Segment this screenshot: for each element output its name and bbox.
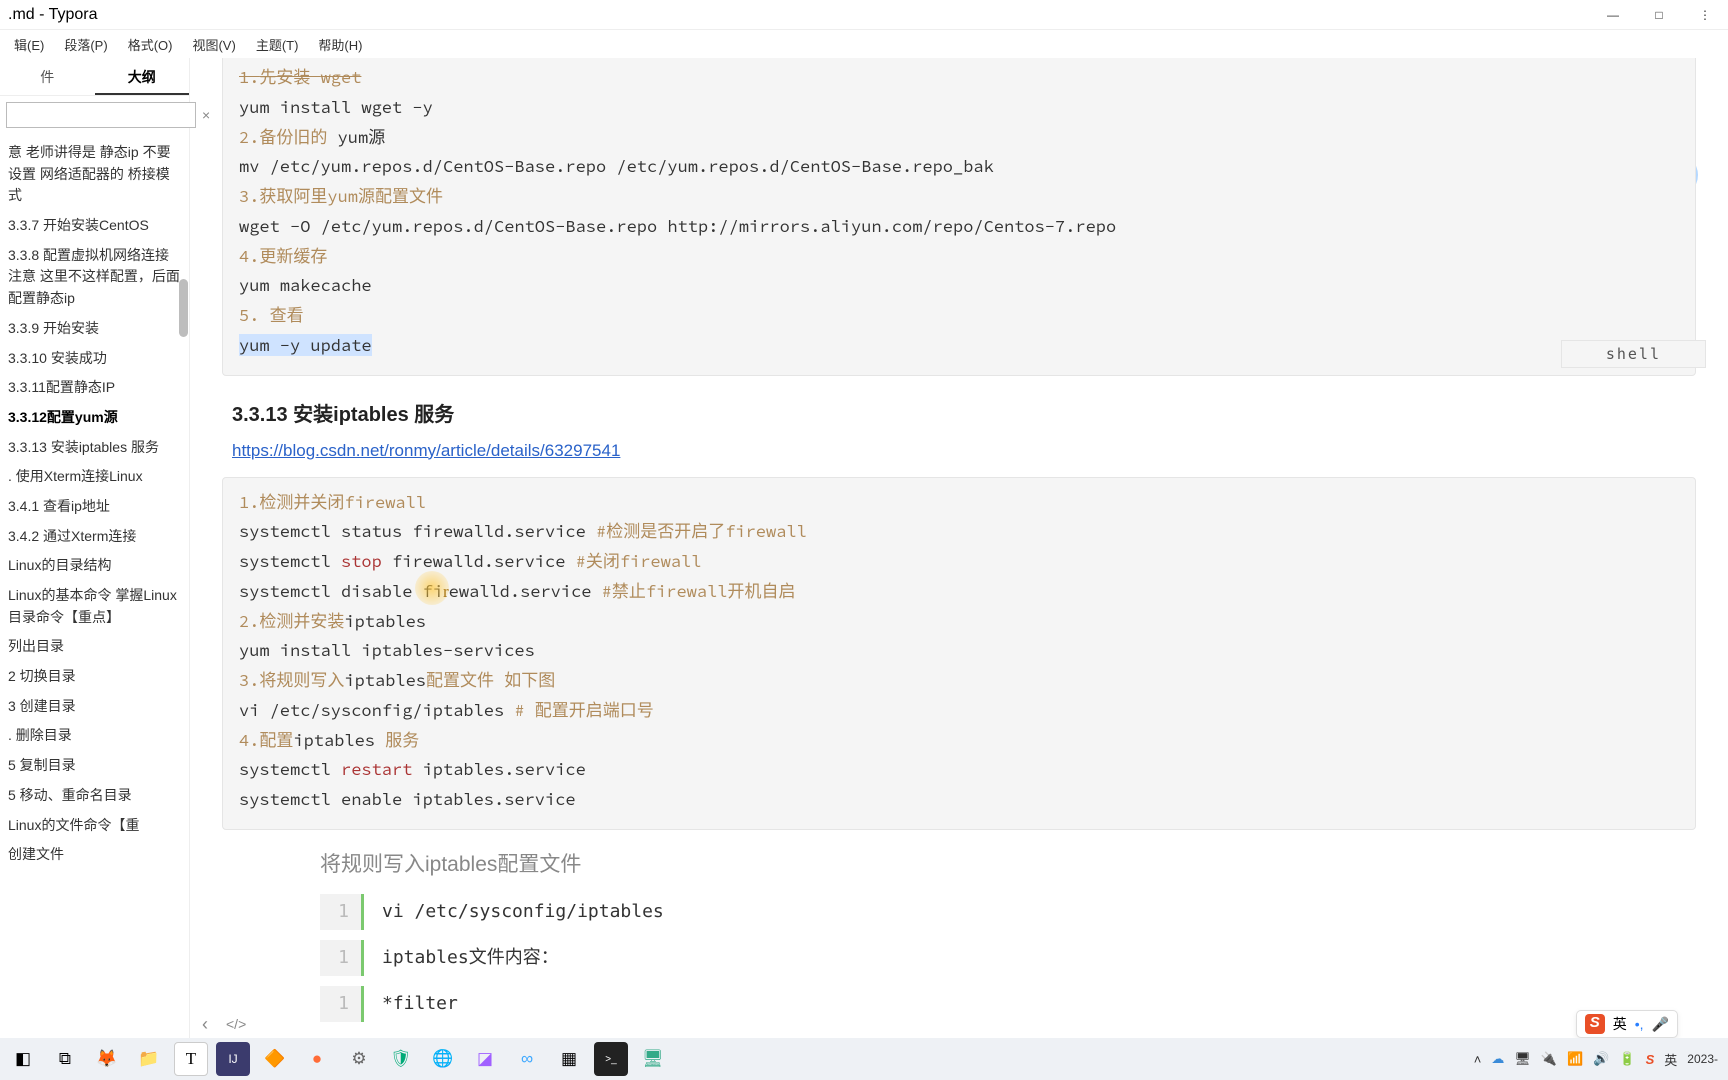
firefox-icon[interactable]: 🦊 xyxy=(90,1042,124,1076)
menu-edit[interactable]: 辑(E) xyxy=(6,33,52,56)
mic-icon: 🎤 xyxy=(1652,1016,1669,1033)
minimize-button[interactable]: — xyxy=(1590,0,1636,30)
tray-battery-icon[interactable]: 🔋 xyxy=(1619,1051,1635,1067)
tray-pc-icon[interactable]: 🖥 xyxy=(1514,1051,1531,1067)
menu-paragraph[interactable]: 段落(P) xyxy=(56,33,115,56)
tray-wifi-icon[interactable]: 📶 xyxy=(1567,1051,1583,1067)
sidebar: 件 大纲 × 意 老师讲得是 静态ip 不要设置 网络适配器的 桥接模式3.3.… xyxy=(0,58,190,1038)
purple-icon[interactable]: ◪ xyxy=(468,1042,502,1076)
maximize-button[interactable]: □ xyxy=(1636,0,1682,30)
outline-item[interactable]: 3.3.11配置静态IP xyxy=(0,373,189,403)
embedded-image-block: 将规则写入iptables配置文件 1vi /etc/sysconfig/ipt… xyxy=(320,848,1718,1022)
outline-item[interactable]: Linux的基本命令 掌握Linux目录命令【重点】 xyxy=(0,581,189,632)
tray-clock[interactable]: 2023- xyxy=(1687,1052,1718,1066)
outline-item[interactable]: 3.3.13 安装iptables 服务 xyxy=(0,433,189,463)
outline-item[interactable]: 3.3.7 开始安装CentOS xyxy=(0,211,189,241)
editor-content[interactable]: 03:20 1.先安装 wget yum install wget -y 2.备… xyxy=(190,58,1728,1038)
outline-item[interactable]: 2 切换目录 xyxy=(0,662,189,692)
taskbar[interactable]: ◧ ⧉ 🦊 📁 T IJ 🔶 ● ⚙ 🛡 🌐 ◪ ∞ ▦ >_ 🖥 ˄ ☁ 🖥 … xyxy=(0,1038,1728,1080)
outline-item[interactable]: 5 复制目录 xyxy=(0,751,189,781)
code-language-tag[interactable]: shell xyxy=(1561,340,1706,368)
embed-line-code: iptables文件内容： xyxy=(364,940,559,976)
outline-item[interactable]: 创建文件 xyxy=(0,840,189,870)
menubar: 辑(E) 段落(P) 格式(O) 视图(V) 主题(T) 帮助(H) xyxy=(0,30,1728,58)
outline-item[interactable]: . 使用Xterm连接Linux xyxy=(0,462,189,492)
ime-language: 英 xyxy=(1613,1014,1627,1034)
tray-onedrive-icon[interactable]: ☁ xyxy=(1491,1051,1504,1067)
shield-icon[interactable]: 🛡 xyxy=(384,1042,418,1076)
window-title: .md - Typora xyxy=(8,6,98,24)
xbrowser-icon[interactable]: 🔶 xyxy=(258,1042,292,1076)
menu-format[interactable]: 格式(O) xyxy=(120,33,181,56)
edge-icon[interactable]: 🌐 xyxy=(426,1042,460,1076)
feishu-icon[interactable]: ∞ xyxy=(510,1042,544,1076)
idea-icon[interactable]: IJ xyxy=(216,1042,250,1076)
back-icon[interactable]: ‹ xyxy=(202,1014,208,1035)
menu-help[interactable]: 帮助(H) xyxy=(310,33,370,56)
tray-power-icon[interactable]: 🔌 xyxy=(1541,1051,1557,1067)
outline-item[interactable]: 3.3.10 安装成功 xyxy=(0,344,189,374)
outline-item[interactable]: 意 老师讲得是 静态ip 不要设置 网络适配器的 桥接模式 xyxy=(0,138,189,211)
close-button[interactable]: ⋮ xyxy=(1682,0,1728,30)
outline-item[interactable]: . 删除目录 xyxy=(0,721,189,751)
ime-indicator[interactable]: S 英 •, 🎤 xyxy=(1576,1010,1678,1038)
menu-view[interactable]: 视图(V) xyxy=(184,33,243,56)
sidebar-tab-files[interactable]: 件 xyxy=(0,58,95,95)
source-code-icon[interactable]: </> xyxy=(226,1016,246,1032)
titlebar: .md - Typora — □ ⋮ xyxy=(0,0,1728,30)
start-icon[interactable]: ◧ xyxy=(6,1042,40,1076)
code-block-iptables[interactable]: 1.检测并关闭firewall systemctl status firewal… xyxy=(222,477,1696,830)
embed-line-number: 1 xyxy=(320,894,364,930)
embed-code-row: 1vi /etc/sysconfig/iptables xyxy=(320,894,1718,930)
heading-iptables: 3.3.13 安装iptables 服务 xyxy=(232,398,1718,427)
outline-item[interactable]: 列出目录 xyxy=(0,632,189,662)
sogou-icon: S xyxy=(1585,1014,1605,1034)
settings-icon[interactable]: ⚙ xyxy=(342,1042,376,1076)
status-bar: ‹ </> xyxy=(190,1010,1728,1038)
explorer-icon[interactable]: 📁 xyxy=(132,1042,166,1076)
outline-item[interactable]: 3 创建目录 xyxy=(0,692,189,722)
outline-item[interactable]: 3.3.8 配置虚拟机网络连接 注意 这里不这样配置，后面配置静态ip xyxy=(0,241,189,314)
tray-sogou-icon[interactable]: S xyxy=(1646,1052,1655,1067)
postman-icon[interactable]: ● xyxy=(300,1042,334,1076)
outline-tree[interactable]: 意 老师讲得是 静态ip 不要设置 网络适配器的 桥接模式3.3.7 开始安装C… xyxy=(0,134,189,1038)
typora-icon[interactable]: T xyxy=(174,1042,208,1076)
outline-item[interactable]: 3.3.12配置yum源 xyxy=(0,403,189,433)
embed-title: 将规则写入iptables配置文件 xyxy=(320,848,1718,878)
reference-link[interactable]: https://blog.csdn.net/ronmy/article/deta… xyxy=(232,441,1718,461)
tray-chevron-icon[interactable]: ˄ xyxy=(1474,1052,1482,1067)
tray-ime-icon[interactable]: 英 xyxy=(1664,1050,1677,1069)
sidebar-tab-outline[interactable]: 大纲 xyxy=(95,58,190,95)
display-icon[interactable]: 🖥 xyxy=(636,1042,670,1076)
outline-item[interactable]: Linux的目录结构 xyxy=(0,551,189,581)
outline-search-input[interactable] xyxy=(6,102,196,128)
outline-item[interactable]: 3.4.1 查看ip地址 xyxy=(0,492,189,522)
embed-code-row: 1iptables文件内容： xyxy=(320,940,1718,976)
embed-line-code: vi /etc/sysconfig/iptables xyxy=(364,894,664,930)
code-block-yum[interactable]: 1.先安装 wget yum install wget -y 2.备份旧的 yu… xyxy=(222,58,1696,376)
monitor-icon[interactable]: ▦ xyxy=(552,1042,586,1076)
outline-item[interactable]: 5 移动、重命名目录 xyxy=(0,781,189,811)
taskview-icon[interactable]: ⧉ xyxy=(48,1042,82,1076)
menu-theme[interactable]: 主题(T) xyxy=(248,33,307,56)
embed-line-number: 1 xyxy=(320,940,364,976)
tray-volume-icon[interactable]: 🔊 xyxy=(1593,1051,1609,1067)
outline-item[interactable]: Linux的文件命令【重 xyxy=(0,811,189,841)
scrollbar-thumb[interactable] xyxy=(179,279,188,337)
outline-item[interactable]: 3.3.9 开始安装 xyxy=(0,314,189,344)
ime-punct: •, xyxy=(1635,1016,1644,1032)
terminal-icon[interactable]: >_ xyxy=(594,1042,628,1076)
outline-item[interactable]: 3.4.2 通过Xterm连接 xyxy=(0,522,189,552)
